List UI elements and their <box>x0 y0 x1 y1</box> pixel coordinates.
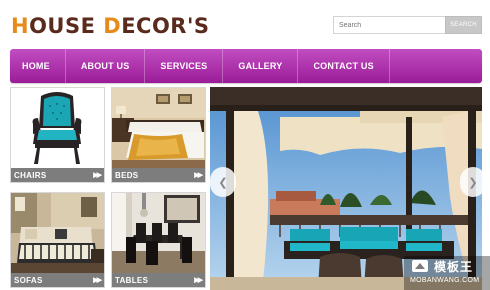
slider-prev-button[interactable]: ❮ <box>210 167 236 197</box>
slider-next-button[interactable]: ❯ <box>460 167 482 197</box>
double-arrow-right-icon: ▶▶ <box>93 277 102 284</box>
tile-chairs[interactable]: CHAIRS ▶▶ <box>10 87 105 183</box>
watermark-logo-icon <box>412 260 428 272</box>
double-arrow-right-icon: ▶▶ <box>194 172 203 179</box>
nav-gallery[interactable]: GALLERY <box>223 49 299 83</box>
tile-caption: BEDS ▶▶ <box>112 168 205 182</box>
tile-beds[interactable]: BEDS ▶▶ <box>111 87 206 183</box>
tile-caption: SOFAS ▶▶ <box>11 273 104 287</box>
table-image <box>112 193 205 275</box>
nav-home[interactable]: HOME <box>10 49 66 83</box>
nav-about-us[interactable]: ABOUT US <box>66 49 146 83</box>
search-button[interactable]: SEARCH <box>445 16 482 34</box>
tile-tables[interactable]: TABLES ▶▶ <box>111 192 206 288</box>
main-nav: HOME ABOUT US SERVICES GALLERY CONTACT U… <box>10 49 482 83</box>
tile-caption: CHAIRS ▶▶ <box>11 168 104 182</box>
tile-label: BEDS <box>115 170 139 180</box>
double-arrow-right-icon: ▶▶ <box>194 277 203 284</box>
tile-label: SOFAS <box>14 275 43 285</box>
tile-label: CHAIRS <box>14 170 47 180</box>
chair-image <box>11 88 104 170</box>
watermark-text-en: MOBANWANG.COM <box>410 277 480 284</box>
logo-initial-h: H <box>11 14 30 38</box>
tile-sofas[interactable]: SOFAS ▶▶ <box>10 192 105 288</box>
double-arrow-right-icon: ▶▶ <box>93 172 102 179</box>
logo-text-2: ECOR'S <box>121 14 210 38</box>
chevron-left-icon: ❮ <box>218 176 228 189</box>
chevron-right-icon: ❯ <box>468 176 478 189</box>
site-logo[interactable]: HOUSE DECOR'S <box>11 14 210 38</box>
search-bar: SEARCH <box>333 16 482 34</box>
logo-text-1: OUSE <box>29 14 104 38</box>
nav-contact-us[interactable]: CONTACT US <box>298 49 390 83</box>
bed-image <box>112 88 205 170</box>
logo-initial-d: D <box>103 14 122 38</box>
tile-caption: TABLES ▶▶ <box>112 273 205 287</box>
tile-label: TABLES <box>115 275 149 285</box>
watermark-text-cn: 模板王 <box>434 260 474 274</box>
search-input[interactable] <box>333 16 445 34</box>
sofa-image <box>11 193 104 275</box>
nav-services[interactable]: SERVICES <box>145 49 224 83</box>
